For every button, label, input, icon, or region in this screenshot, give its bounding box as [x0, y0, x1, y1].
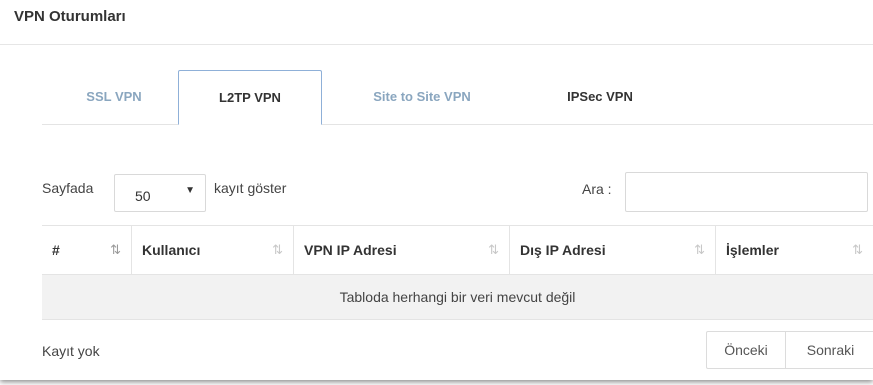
column-header-user[interactable]: Kullanıcı ⇅	[132, 226, 294, 274]
sort-both-icon: ⇅	[694, 242, 705, 257]
empty-table-row: Tabloda herhangi bir veri mevcut değil	[42, 275, 873, 320]
column-label: İşlemler	[726, 242, 779, 258]
vpn-tabs: SSL VPN L2TP VPN Site to Site VPN IPSec …	[42, 70, 873, 125]
next-page-button[interactable]: Sonraki	[786, 331, 873, 369]
table-info: Kayıt yok	[42, 343, 100, 359]
column-header-vpn-ip[interactable]: VPN IP Adresi ⇅	[294, 226, 510, 274]
column-header-index[interactable]: # ⇅	[42, 226, 132, 274]
panel-title: VPN Oturumları	[14, 8, 126, 25]
column-label: #	[52, 242, 60, 258]
page-length-value: 50	[135, 188, 151, 204]
sort-both-icon: ⇅	[272, 242, 283, 257]
tab-ipsec-vpn[interactable]: IPSec VPN	[530, 70, 670, 124]
length-suffix-label: kayıt göster	[214, 180, 287, 196]
page-length-select[interactable]: 50 ▼	[114, 174, 206, 212]
column-header-actions[interactable]: İşlemler ⇅	[716, 226, 873, 274]
table-header: # ⇅ Kullanıcı ⇅ VPN IP Adresi ⇅ Dış IP A…	[42, 225, 873, 276]
sessions-table: # ⇅ Kullanıcı ⇅ VPN IP Adresi ⇅ Dış IP A…	[42, 225, 873, 320]
length-prefix-label: Sayfada	[42, 180, 94, 196]
pagination: Önceki Sonraki	[706, 331, 873, 369]
caret-down-icon: ▼	[185, 185, 195, 196]
search-input[interactable]	[625, 172, 868, 212]
vpn-sessions-panel: VPN Oturumları SSL VPN L2TP VPN Site to …	[0, 0, 873, 380]
tab-site-to-site-vpn[interactable]: Site to Site VPN	[338, 70, 506, 124]
search-label: Ara :	[582, 181, 612, 197]
tab-l2tp-vpn[interactable]: L2TP VPN	[178, 70, 322, 125]
column-label: VPN IP Adresi	[304, 242, 397, 258]
sort-amount-asc-icon: ⇅	[110, 242, 121, 257]
column-label: Kullanıcı	[142, 242, 201, 258]
sort-both-icon: ⇅	[852, 242, 863, 257]
tab-ssl-vpn[interactable]: SSL VPN	[54, 70, 174, 124]
panel-header: VPN Oturumları	[0, 0, 873, 45]
column-header-external-ip[interactable]: Dış IP Adresi ⇅	[510, 226, 716, 274]
column-label: Dış IP Adresi	[520, 242, 606, 258]
previous-page-button[interactable]: Önceki	[706, 331, 786, 369]
sort-both-icon: ⇅	[488, 242, 499, 257]
